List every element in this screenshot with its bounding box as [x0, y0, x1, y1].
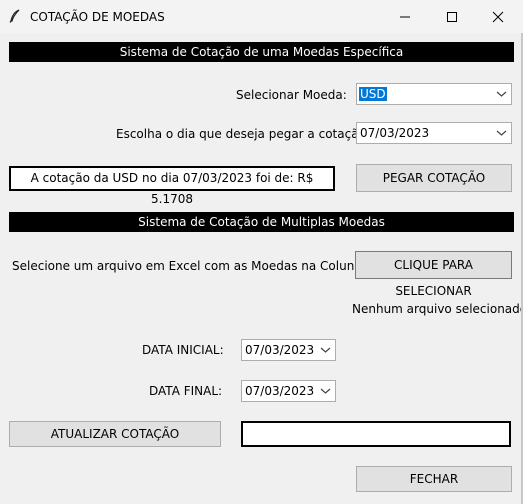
end-date-select[interactable]: 07/03/2023: [241, 380, 336, 402]
currency-value: USD: [359, 87, 387, 101]
end-date-value: 07/03/2023: [245, 384, 315, 398]
end-date-label: DATA FINAL:: [149, 384, 223, 398]
minimize-button[interactable]: [382, 0, 428, 33]
app-window: COTAÇÃO DE MOEDAS Sistema de Cotação de …: [0, 0, 523, 504]
single-currency-banner: Sistema de Cotação de uma Moedas Específ…: [9, 42, 514, 62]
file-label: Selecione um arquivo em Excel com as Moe…: [12, 259, 378, 273]
currency-select[interactable]: USD: [356, 83, 512, 105]
quote-result-box: A cotação da USD no dia 07/03/2023 foi d…: [9, 166, 335, 206]
maximize-button[interactable]: [429, 0, 475, 33]
feather-icon: [9, 9, 20, 23]
start-date-label: DATA INICIAL:: [142, 343, 224, 357]
chevron-down-icon[interactable]: [496, 90, 507, 98]
maximize-icon: [447, 11, 457, 22]
currency-label: Selecionar Moeda:: [236, 88, 347, 102]
chevron-down-icon[interactable]: [320, 387, 331, 395]
title-bar: COTAÇÃO DE MOEDAS: [0, 0, 523, 33]
close-window-button[interactable]: [475, 0, 521, 33]
multi-currency-banner: Sistema de Cotação de Multiplas Moedas: [9, 212, 514, 232]
select-file-button[interactable]: CLIQUE PARA SELECIONAR: [355, 251, 512, 298]
start-date-value: 07/03/2023: [245, 343, 315, 357]
date-label: Escolha o dia que deseja pegar a cotação…: [116, 127, 370, 141]
update-quote-button[interactable]: ATUALIZAR COTAÇÃO: [9, 421, 221, 447]
close-button[interactable]: FECHAR: [356, 466, 512, 492]
update-status-box: [241, 421, 511, 447]
date-select[interactable]: 07/03/2023: [356, 122, 512, 144]
close-icon: [492, 11, 504, 22]
start-date-select[interactable]: 07/03/2023: [241, 339, 336, 361]
minimize-icon: [400, 16, 410, 17]
chevron-down-icon[interactable]: [320, 346, 331, 354]
window-title: COTAÇÃO DE MOEDAS: [30, 10, 165, 24]
file-status: Nenhum arquivo selecionado: [352, 302, 523, 316]
get-quote-button[interactable]: PEGAR COTAÇÃO: [356, 164, 512, 192]
date-value: 07/03/2023: [360, 126, 430, 140]
chevron-down-icon[interactable]: [496, 129, 507, 137]
